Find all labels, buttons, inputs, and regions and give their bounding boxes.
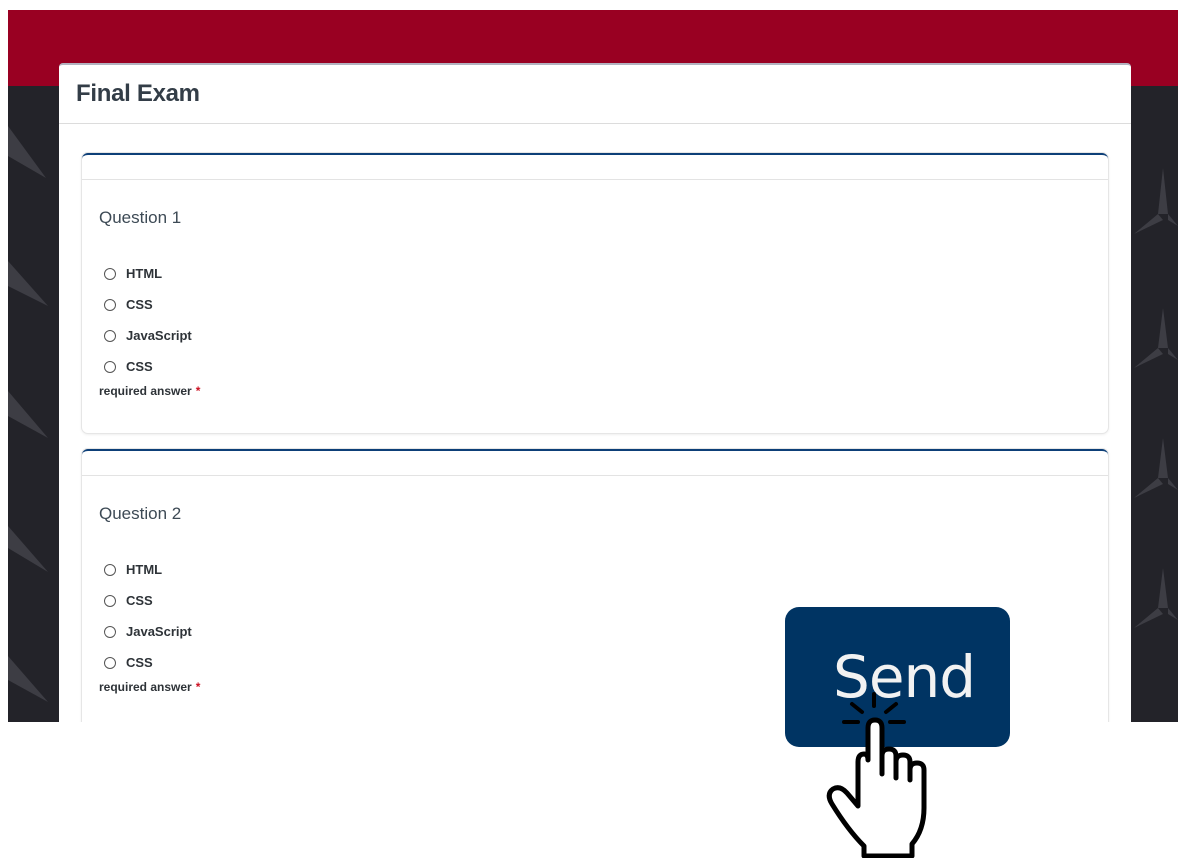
option-label: HTML bbox=[126, 266, 163, 281]
question-title: Question 1 bbox=[99, 208, 182, 227]
answer-options: HTML CSS JavaScript CSS bbox=[104, 258, 1108, 382]
required-label: required answer bbox=[99, 680, 192, 694]
radio-button[interactable] bbox=[104, 298, 116, 311]
required-asterisk: * bbox=[195, 384, 201, 398]
radio-button[interactable] bbox=[104, 625, 116, 638]
option-javascript[interactable]: JavaScript bbox=[104, 320, 1108, 351]
option-css-2[interactable]: CSS bbox=[104, 351, 1108, 382]
question-title: Question 2 bbox=[99, 504, 182, 523]
option-html[interactable]: HTML bbox=[104, 554, 1108, 585]
required-note: required answer * bbox=[99, 384, 1108, 398]
radio-button[interactable] bbox=[104, 656, 116, 669]
exam-title: Final Exam bbox=[76, 80, 200, 107]
option-label: CSS bbox=[126, 359, 153, 374]
required-asterisk: * bbox=[195, 680, 201, 694]
radio-button[interactable] bbox=[104, 594, 116, 607]
question-card-1: Question 1 HTML CSS JavaScript CSS requi… bbox=[82, 153, 1108, 433]
required-label: required answer bbox=[99, 384, 192, 398]
radio-button[interactable] bbox=[104, 360, 116, 373]
exam-header: Final Exam bbox=[59, 65, 1131, 124]
radio-button[interactable] bbox=[104, 563, 116, 576]
radio-button[interactable] bbox=[104, 267, 116, 280]
option-label: HTML bbox=[126, 562, 163, 577]
option-css[interactable]: CSS bbox=[104, 289, 1108, 320]
option-label: CSS bbox=[126, 593, 153, 608]
hand-pointer-icon bbox=[826, 692, 927, 858]
option-label: JavaScript bbox=[126, 328, 192, 343]
option-html[interactable]: HTML bbox=[104, 258, 1108, 289]
option-label: JavaScript bbox=[126, 624, 192, 639]
question-card-strip bbox=[82, 451, 1108, 476]
radio-button[interactable] bbox=[104, 329, 116, 342]
question-card-strip bbox=[82, 155, 1108, 180]
option-label: CSS bbox=[126, 297, 153, 312]
option-label: CSS bbox=[126, 655, 153, 670]
